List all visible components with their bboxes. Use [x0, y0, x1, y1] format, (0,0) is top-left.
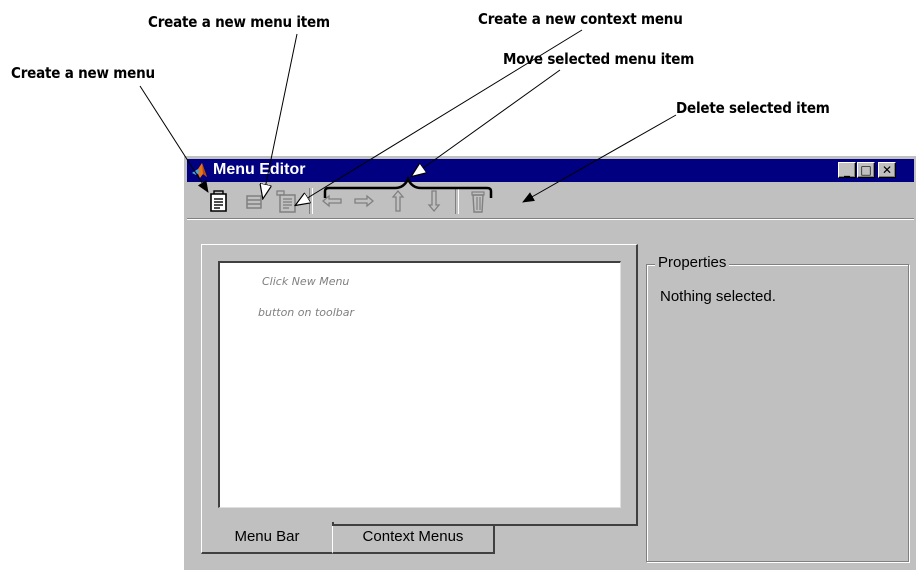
- toolbar: [187, 184, 914, 216]
- new-menu-icon[interactable]: [206, 188, 232, 214]
- move-right-icon[interactable]: [351, 188, 377, 214]
- callout-create-new-menu-item: Create a new menu item: [148, 13, 330, 31]
- move-up-icon[interactable]: [385, 188, 411, 214]
- tab-menu-bar[interactable]: Menu Bar: [201, 522, 334, 554]
- hint-text-line2: button on toolbar: [258, 306, 355, 319]
- delete-icon[interactable]: [465, 188, 491, 214]
- properties-status: Nothing selected.: [660, 288, 776, 305]
- toolbar-separator: [455, 188, 459, 214]
- callout-delete-selected-item: Delete selected item: [676, 99, 830, 117]
- minimize-button[interactable]: _: [838, 162, 856, 178]
- callout-create-new-menu: Create a new menu: [11, 64, 155, 82]
- menu-tree-listbox[interactable]: Click New Menu button on toolbar: [218, 261, 621, 508]
- title-bar[interactable]: Menu Editor _ □ ✕: [187, 159, 914, 182]
- properties-group: Properties Nothing selected.: [646, 254, 909, 562]
- new-menu-item-icon[interactable]: [242, 188, 268, 214]
- close-button[interactable]: ✕: [878, 162, 896, 178]
- menu-editor-window: Menu Editor _ □ ✕ Click New Menu button …: [183, 155, 916, 570]
- toolbar-divider: [187, 218, 914, 220]
- move-down-icon[interactable]: [421, 188, 447, 214]
- move-left-icon[interactable]: [319, 188, 345, 214]
- menu-tab-panel: Click New Menu button on toolbar: [201, 244, 638, 526]
- hint-text-line1: Click New Menu: [262, 275, 350, 288]
- toolbar-separator: [309, 188, 313, 214]
- window-title: Menu Editor: [213, 161, 306, 178]
- maximize-button[interactable]: □: [857, 162, 875, 178]
- tab-context-menus[interactable]: Context Menus: [332, 526, 495, 554]
- callout-move-selected-menu-item: Move selected menu item: [503, 50, 695, 68]
- new-context-menu-icon[interactable]: [274, 188, 300, 214]
- matlab-logo-icon: [192, 163, 207, 178]
- callout-create-new-context-menu: Create a new context menu: [478, 10, 683, 28]
- properties-legend: Properties: [655, 254, 730, 271]
